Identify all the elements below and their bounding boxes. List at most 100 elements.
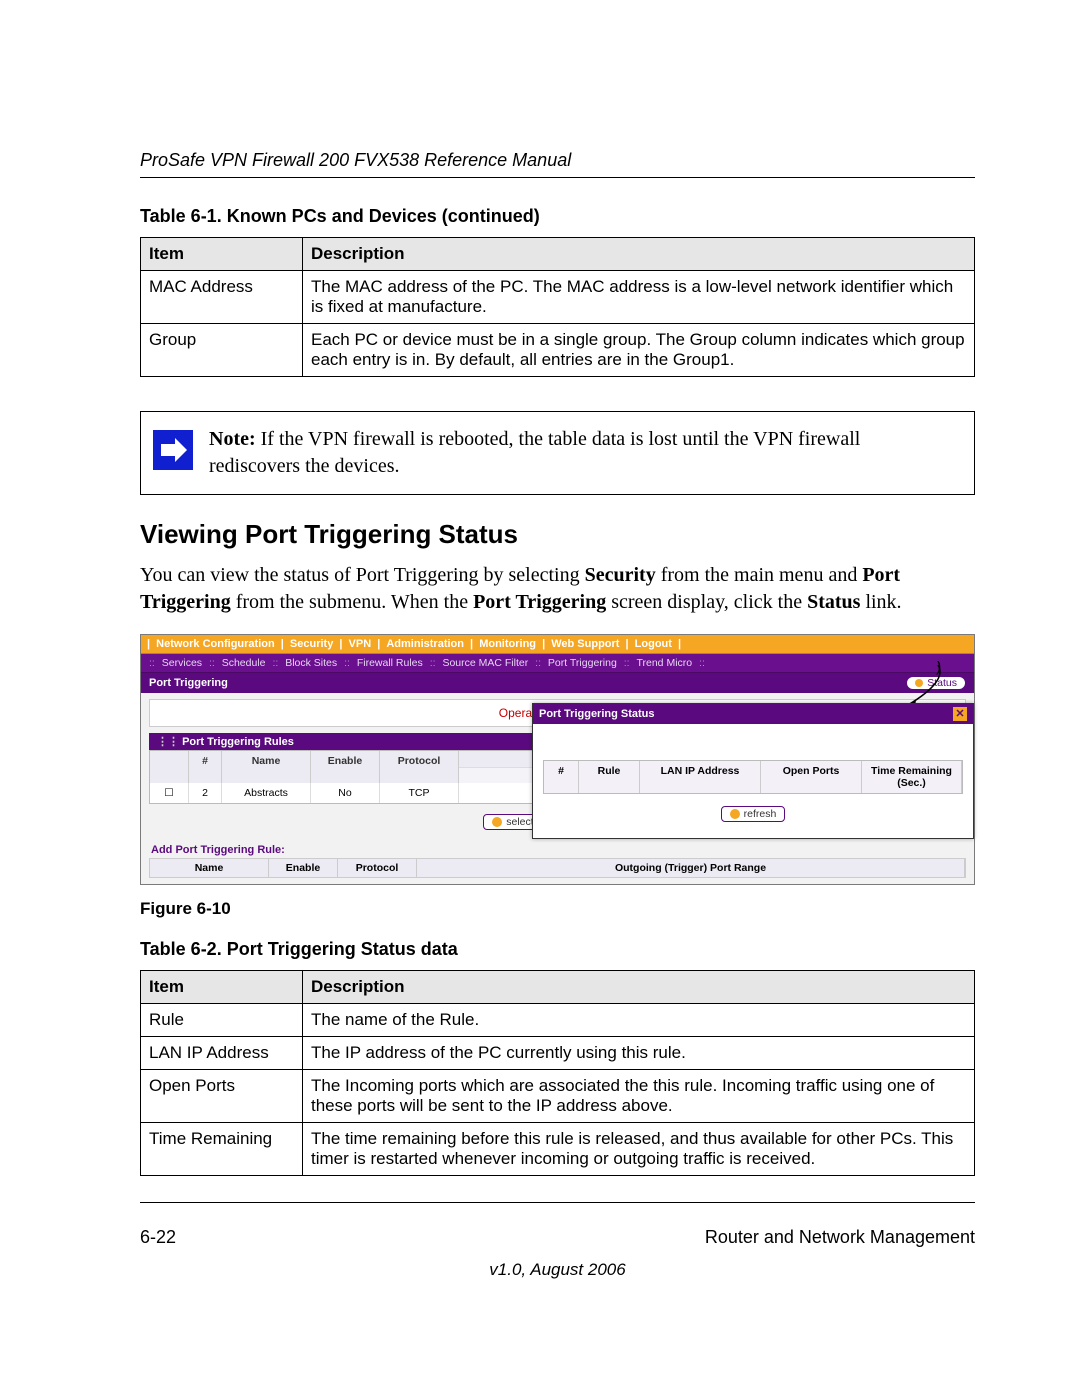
popup-head-open-ports: Open Ports [761, 761, 862, 793]
arrow-right-icon [153, 430, 193, 470]
status-link[interactable]: Status [906, 676, 966, 690]
section-heading: Viewing Port Triggering Status [140, 519, 975, 550]
menu-web-support[interactable]: Web Support [548, 638, 622, 650]
table1-r1-item: Group [141, 324, 303, 377]
submenu-firewall-rules[interactable]: Firewall Rules [355, 657, 425, 669]
rules-head-enable: Enable [311, 751, 380, 783]
menu-security[interactable]: Security [287, 638, 336, 650]
submenu-trend-micro[interactable]: Trend Micro [634, 657, 694, 669]
header-rule [140, 177, 975, 178]
document-title: ProSafe VPN Firewall 200 FVX538 Referenc… [140, 150, 975, 171]
table1-r1-desc: Each PC or device must be in a single gr… [303, 324, 975, 377]
table2-r0-item: Rule [141, 1004, 303, 1037]
submenu-block-sites[interactable]: Block Sites [283, 657, 339, 669]
rules-section-label: Port Triggering Rules [182, 736, 294, 748]
menu-administration[interactable]: Administration [383, 638, 467, 650]
p3: from the submenu. When the [231, 591, 473, 613]
table1-r0-desc: The MAC address of the PC. The MAC addre… [303, 271, 975, 324]
version-string: v1.0, August 2006 [140, 1260, 975, 1280]
b1: Security [585, 564, 656, 586]
status-popup: Port Triggering Status ✕ # Rule LAN IP A… [532, 703, 974, 839]
menu-vpn[interactable]: VPN [346, 638, 375, 650]
table2-caption: Table 6-2. Port Triggering Status data [140, 939, 975, 960]
refresh-icon [730, 809, 740, 819]
submenu-port-triggering[interactable]: Port Triggering [546, 657, 619, 669]
add-rule-head: Name Enable Protocol Outgoing (Trigger) … [149, 858, 966, 878]
table2-head-item: Item [141, 971, 303, 1004]
menu-logout[interactable]: Logout [632, 638, 675, 650]
rules-head-name: Name [222, 751, 311, 783]
b4: Status [807, 591, 860, 613]
b3: Port Triggering [473, 591, 606, 613]
table2-r2-desc: The Incoming ports which are associated … [303, 1070, 975, 1123]
page-footer: 6-22 Router and Network Management [140, 1227, 975, 1248]
add-rule-title: Add Port Triggering Rule: [141, 840, 974, 858]
panel-title-bar: Port Triggering Status [141, 673, 974, 693]
p2: from the main menu and [656, 564, 863, 586]
table-row: Time Remaining The time remaining before… [141, 1123, 975, 1176]
table2-r3-item: Time Remaining [141, 1123, 303, 1176]
table2-r0-desc: The name of the Rule. [303, 1004, 975, 1037]
note-label: Note: [209, 428, 256, 450]
body-paragraph: You can view the status of Port Triggeri… [140, 562, 975, 616]
table-row: LAN IP Address The IP address of the PC … [141, 1037, 975, 1070]
sub-menu: :: Services :: Schedule :: Block Sites :… [141, 654, 974, 673]
ui-screenshot: | Network Configuration | Security | VPN… [140, 634, 975, 885]
add-rule-head-protocol: Protocol [338, 859, 417, 877]
rules-row-protocol: TCP [380, 783, 459, 803]
rules-head-num: # [189, 751, 222, 783]
menu-network-config[interactable]: Network Configuration [153, 638, 278, 650]
rules-row-num: 2 [189, 783, 222, 803]
submenu-schedule[interactable]: Schedule [220, 657, 268, 669]
select-all-icon [492, 817, 502, 827]
popup-head-lan-ip: LAN IP Address [640, 761, 761, 793]
status-popup-table-head: # Rule LAN IP Address Open Ports Time Re… [543, 760, 963, 794]
footer-rule [140, 1202, 975, 1203]
add-rule-head-name: Name [150, 859, 269, 877]
status-popup-titlebar: Port Triggering Status ✕ [533, 704, 973, 724]
table-row: MAC Address The MAC address of the PC. T… [141, 271, 975, 324]
p1: You can view the status of Port Triggeri… [140, 564, 585, 586]
table-row: Group Each PC or device must be in a sin… [141, 324, 975, 377]
note-text: Note: If the VPN firewall is rebooted, t… [209, 426, 956, 480]
popup-head-rule: Rule [579, 761, 640, 793]
table1-r0-item: MAC Address [141, 271, 303, 324]
status-icon [915, 679, 923, 687]
p4: screen display, click the [606, 591, 807, 613]
table2-r3-desc: The time remaining before this rule is r… [303, 1123, 975, 1176]
figure-label: Figure 6-10 [140, 899, 975, 919]
table1: Item Description MAC Address The MAC add… [140, 237, 975, 377]
table2-r2-item: Open Ports [141, 1070, 303, 1123]
table1-caption: Table 6-1. Known PCs and Devices (contin… [140, 206, 975, 227]
add-rule-head-enable: Enable [269, 859, 338, 877]
refresh-button[interactable]: refresh [721, 806, 786, 822]
submenu-source-mac-filter[interactable]: Source MAC Filter [440, 657, 530, 669]
table-row: Rule The name of the Rule. [141, 1004, 975, 1037]
refresh-label: refresh [744, 808, 777, 820]
rules-row-enable: No [311, 783, 380, 803]
table2-r1-item: LAN IP Address [141, 1037, 303, 1070]
rules-head-protocol: Protocol [380, 751, 459, 783]
main-menu: | Network Configuration | Security | VPN… [141, 635, 974, 654]
popup-head-time-remaining: Time Remaining (Sec.) [862, 761, 962, 793]
note-body: If the VPN firewall is rebooted, the tab… [209, 428, 860, 477]
status-link-label: Status [927, 677, 957, 689]
table1-head-desc: Description [303, 238, 975, 271]
rules-row-checkbox[interactable]: ☐ [150, 783, 189, 803]
table-row: Open Ports The Incoming ports which are … [141, 1070, 975, 1123]
note-box: Note: If the VPN firewall is rebooted, t… [140, 411, 975, 495]
p5: link. [860, 591, 901, 613]
rules-row-name: Abstracts [222, 783, 311, 803]
table2-head-desc: Description [303, 971, 975, 1004]
add-rule-head-range: Outgoing (Trigger) Port Range [417, 859, 965, 877]
table2-r1-desc: The IP address of the PC currently using… [303, 1037, 975, 1070]
panel-title: Port Triggering [149, 677, 228, 689]
status-popup-title: Port Triggering Status [539, 708, 655, 720]
popup-head-num: # [544, 761, 579, 793]
page-number: 6-22 [140, 1227, 176, 1248]
submenu-services[interactable]: Services [160, 657, 204, 669]
close-icon[interactable]: ✕ [953, 707, 967, 721]
menu-monitoring[interactable]: Monitoring [476, 638, 539, 650]
table2: Item Description Rule The name of the Ru… [140, 970, 975, 1176]
table1-head-item: Item [141, 238, 303, 271]
